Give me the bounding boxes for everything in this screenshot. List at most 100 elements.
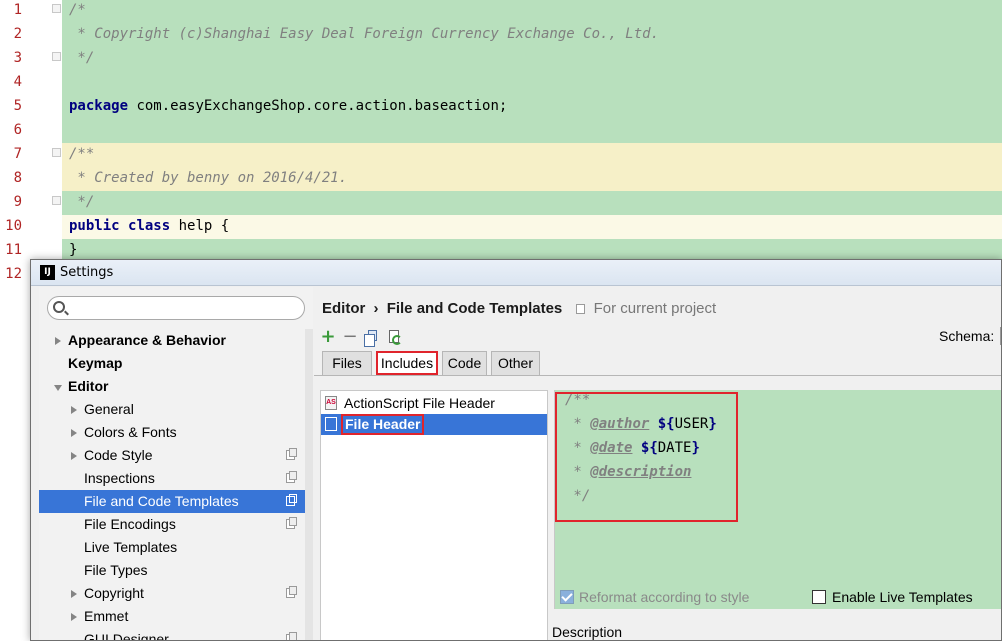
live-templates-checkbox[interactable]: [812, 590, 826, 604]
line-number: 5: [13, 98, 22, 114]
copy-icon: [364, 330, 377, 347]
class-declaration: help {: [170, 218, 230, 234]
expand-arrow-icon[interactable]: [71, 406, 77, 414]
tab-code[interactable]: Code: [442, 351, 487, 375]
line-number: 3: [13, 50, 22, 66]
code-line-9: */: [69, 194, 95, 210]
remove-template-button[interactable]: −: [340, 327, 360, 347]
tree-item-file-encodings[interactable]: File Encodings: [39, 513, 305, 536]
project-scope-icon: [286, 517, 297, 529]
line-number: 1: [13, 2, 22, 18]
scope-label: For current project: [593, 300, 717, 317]
project-scope-icon: [286, 448, 297, 460]
project-scope-icon: [286, 471, 297, 483]
settings-tree-panel: Appearance & Behavior Keymap Editor Gene…: [39, 287, 313, 641]
search-icon: [53, 301, 65, 313]
tree-item-inspections[interactable]: Inspections: [39, 467, 305, 490]
tree-item-file-and-code-templates[interactable]: File and Code Templates: [39, 490, 305, 513]
tree-item-copyright[interactable]: Copyright: [39, 582, 305, 605]
tab-files[interactable]: Files: [322, 351, 372, 375]
tree-item-label: Emmet: [84, 608, 129, 624]
fold-marker-icon[interactable]: [52, 52, 61, 61]
package-name: com.easyExchangeShop.core.action.baseact…: [128, 98, 508, 114]
expand-arrow-icon[interactable]: [55, 337, 61, 345]
list-item-label: File Header: [341, 414, 425, 435]
include-file-icon: [325, 417, 337, 431]
code-line-10: public class help {: [69, 214, 229, 238]
template-list[interactable]: AS ActionScript File Header File Header: [320, 390, 548, 640]
class-keyword: class: [128, 218, 171, 234]
tree-item-gui-designer[interactable]: GUI Designer: [39, 628, 305, 641]
line-number: 2: [13, 26, 22, 42]
expand-arrow-icon[interactable]: [71, 429, 77, 437]
expand-arrow-icon[interactable]: [71, 452, 77, 460]
tree-scrollbar[interactable]: [305, 329, 313, 640]
settings-search-input[interactable]: [47, 296, 305, 320]
public-keyword: public: [69, 218, 120, 234]
tree-item-label: Keymap: [68, 355, 123, 371]
package-keyword: package: [69, 98, 129, 114]
highlight-annotation-box: [555, 392, 738, 522]
live-templates-label: Enable Live Templates: [832, 589, 973, 605]
line-number: 4: [13, 74, 22, 90]
tree-item-file-types[interactable]: File Types: [39, 559, 305, 582]
tree-item-label: Editor: [68, 378, 109, 394]
templates-panel: Editor › File and Code Templates For cur…: [314, 287, 1001, 640]
tree-item-appearance-behavior[interactable]: Appearance & Behavior: [39, 329, 305, 352]
code-line-2: * Copyright (c)Shanghai Easy Deal Foreig…: [69, 26, 660, 42]
copy-template-button[interactable]: [362, 327, 382, 347]
tree-item-emmet[interactable]: Emmet: [39, 605, 305, 628]
code-line-3: */: [69, 50, 95, 66]
reset-template-button[interactable]: [384, 327, 404, 347]
add-template-button[interactable]: +: [318, 327, 338, 347]
tree-item-colors-fonts[interactable]: Colors & Fonts: [39, 421, 305, 444]
description-label: Description: [552, 624, 623, 640]
tree-item-label: General: [84, 401, 134, 417]
line-number: 12: [5, 266, 22, 282]
breadcrumb-current: File and Code Templates: [386, 300, 563, 317]
breadcrumb-parent: Editor: [322, 300, 366, 317]
dialog-titlebar[interactable]: IJ Settings: [31, 260, 1001, 286]
schema-label: Schema:: [939, 328, 995, 344]
collapse-arrow-icon[interactable]: [54, 385, 62, 391]
tree-item-label: Inspections: [84, 470, 155, 486]
line-number: 6: [13, 122, 22, 138]
tree-item-label: GUI Designer: [84, 631, 169, 641]
reformat-checkbox[interactable]: [560, 590, 574, 604]
line-number: 7: [13, 146, 22, 162]
tree-item-live-templates[interactable]: Live Templates: [39, 536, 305, 559]
expand-arrow-icon[interactable]: [71, 590, 77, 598]
fold-marker-icon[interactable]: [52, 4, 61, 13]
tree-item-editor[interactable]: Editor: [39, 375, 305, 398]
tree-item-label: Copyright: [84, 585, 144, 601]
expand-arrow-icon[interactable]: [71, 613, 77, 621]
tree-item-label: File Types: [84, 562, 148, 578]
tree-item-label: File and Code Templates: [84, 493, 239, 509]
breadcrumb: Editor › File and Code Templates For cur…: [322, 299, 716, 319]
list-item-actionscript-file-header[interactable]: AS ActionScript File Header: [321, 393, 547, 414]
project-scope-icon: [286, 494, 297, 506]
dialog-title: Settings: [60, 265, 114, 280]
list-item-file-header[interactable]: File Header: [321, 414, 547, 435]
line-number: 8: [13, 170, 22, 186]
fold-marker-icon[interactable]: [52, 148, 61, 157]
code-line-7: /**: [69, 146, 95, 162]
tree-item-label: Appearance & Behavior: [68, 332, 226, 348]
project-scope-icon: [286, 586, 297, 598]
list-item-label: ActionScript File Header: [344, 395, 495, 411]
project-scope-icon: [576, 304, 586, 314]
template-text-editor[interactable]: /** * @author ${USER} * @date ${DATE} * …: [554, 390, 1001, 609]
tree-item-label: Colors & Fonts: [84, 424, 177, 440]
tree-item-code-style[interactable]: Code Style: [39, 444, 305, 467]
tab-includes[interactable]: Includes: [376, 351, 438, 375]
reformat-label: Reformat according to style: [579, 589, 750, 605]
code-line-8: * Created by benny on 2016/4/21.: [69, 170, 348, 186]
breadcrumb-separator: ›: [373, 300, 379, 317]
tree-item-keymap[interactable]: Keymap: [39, 352, 305, 375]
tree-item-general[interactable]: General: [39, 398, 305, 421]
fold-marker-icon[interactable]: [52, 196, 61, 205]
tree-item-label: Code Style: [84, 447, 153, 463]
code-line-5: package com.easyExchangeShop.core.action…: [69, 94, 507, 118]
tree-item-label: File Encodings: [84, 516, 176, 532]
tab-other[interactable]: Other: [491, 351, 540, 375]
